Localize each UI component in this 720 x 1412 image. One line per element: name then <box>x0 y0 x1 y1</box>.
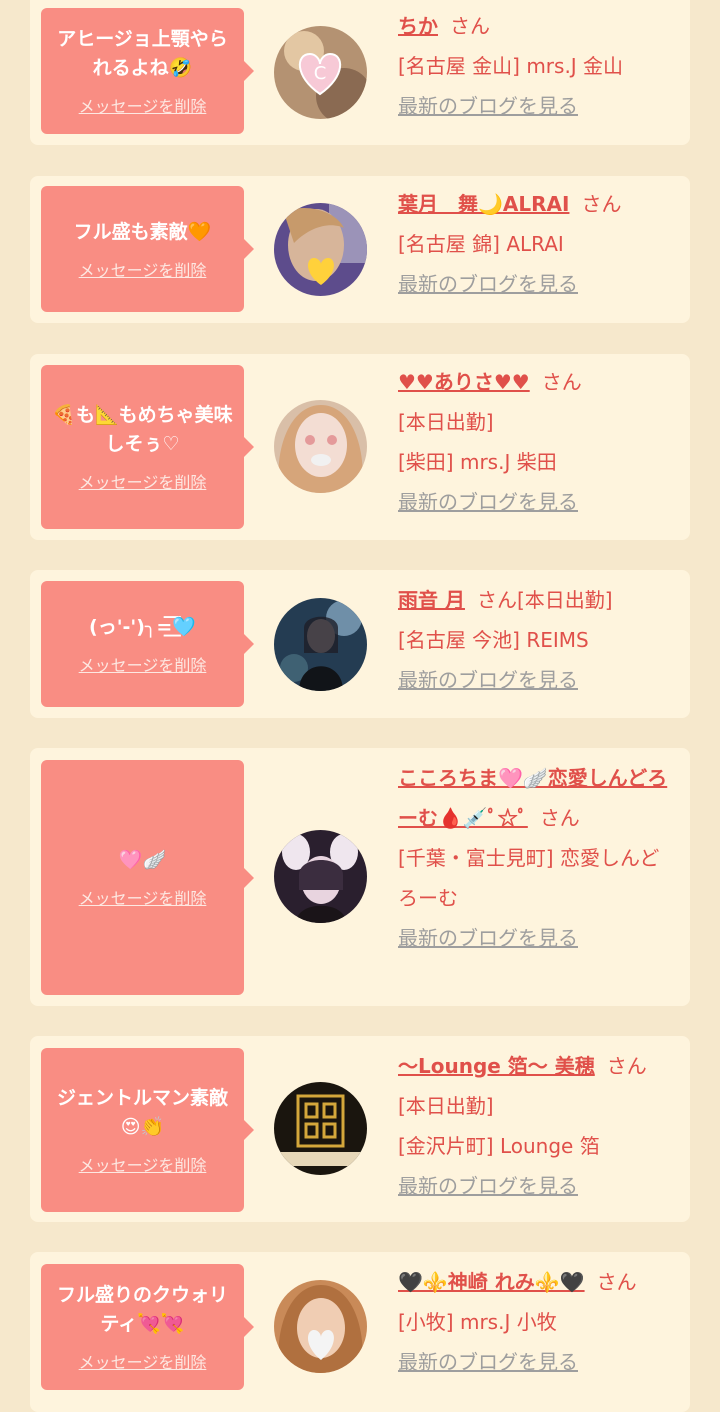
message-bubble: ジェントルマン素敵😍👏 メッセージを削除 <box>41 1048 254 1212</box>
delete-message-link[interactable]: メッセージを削除 <box>79 1349 207 1373</box>
avatar[interactable] <box>274 400 367 493</box>
user-location: [金沢片町] Lounge 箔 <box>398 1134 600 1158</box>
message-text: ジェントルマン素敵😍👏 <box>56 1087 228 1138</box>
message-bubble: フル盛も素敵🧡 メッセージを削除 <box>41 186 254 312</box>
honorific: さん <box>450 14 490 38</box>
user-location: [小牧] mrs.J 小牧 <box>398 1310 557 1334</box>
message-card: フル盛りのクウォリティ💘💘 メッセージを削除 🖤⚜️神崎 れみ⚜️🖤 さん [小牧… <box>30 1252 690 1412</box>
user-info: 🖤⚜️神崎 れみ⚜️🖤 さん [小牧] mrs.J 小牧 最新のブログを見る <box>398 1262 678 1382</box>
message-text: フル盛りのクウォリティ💘💘 <box>56 1284 228 1335</box>
user-info: 〜Lounge 箔〜 美穂 さん [本日出勤] [金沢片町] Lounge 箔 最… <box>398 1046 678 1206</box>
user-status: [本日出勤] <box>398 1094 494 1118</box>
user-name-link[interactable]: ちか <box>398 14 438 38</box>
latest-blog-link[interactable]: 最新のブログを見る <box>398 482 678 522</box>
delete-message-link[interactable]: メッセージを削除 <box>79 652 207 676</box>
message-card: (っ'-')╮=͟͟͞͞🩵 メッセージを削除 雨音 月さん[本日出勤] [名古屋… <box>30 570 690 718</box>
honorific: さん <box>539 806 580 830</box>
delete-message-link[interactable]: メッセージを削除 <box>79 469 207 493</box>
user-info: ちか さん [名古屋 金山] mrs.J 金山 最新のブログを見る <box>398 6 678 126</box>
message-text: 🍕も📐もめちゃ美味しそぅ♡ <box>52 404 233 455</box>
user-info: 雨音 月さん[本日出勤] [名古屋 今池] REIMS 最新のブログを見る <box>398 580 678 700</box>
user-location: [名古屋 今池] REIMS <box>398 628 589 652</box>
user-location: [千葉・富士見町] 恋愛しんどろーむ <box>398 846 660 910</box>
user-info: ♥♥ありさ♥♥ さん [本日出勤] [柴田] mrs.J 柴田 最新のブログを見る <box>398 362 678 522</box>
honorific: さん <box>596 1270 637 1294</box>
message-bubble: アヒージョ上顎やられるよね🤣 メッセージを削除 <box>41 8 254 134</box>
user-info: こころちま🩷🪽恋愛しんどろーむ🩸💉ﾟ☆ﾟ さん [千葉・富士見町] 恋愛しんどろー… <box>398 758 678 958</box>
user-location: [柴田] mrs.J 柴田 <box>398 450 557 474</box>
avatar[interactable] <box>274 203 367 296</box>
svg-text:C: C <box>314 63 327 84</box>
user-location: [名古屋 金山] mrs.J 金山 <box>398 54 624 78</box>
message-bubble: フル盛りのクウォリティ💘💘 メッセージを削除 <box>41 1264 254 1390</box>
user-name-link[interactable]: こころちま🩷🪽恋愛しんどろーむ🩸💉ﾟ☆ﾟ <box>398 766 667 830</box>
message-card: ジェントルマン素敵😍👏 メッセージを削除 〜Lounge 箔〜 美穂 さん [本日… <box>30 1036 690 1222</box>
user-status: [本日出勤] <box>398 410 494 434</box>
latest-blog-link[interactable]: 最新のブログを見る <box>398 86 678 126</box>
message-card: 🍕も📐もめちゃ美味しそぅ♡ メッセージを削除 ♥♥ありさ♥♥ さん [本日出勤] … <box>30 354 690 540</box>
message-text: アヒージョ上顎やられるよね🤣 <box>57 28 228 79</box>
user-name-link[interactable]: ♥♥ありさ♥♥ <box>398 370 530 394</box>
user-info: 葉月 舞🌙ALRAI さん [名古屋 錦] ALRAI 最新のブログを見る <box>398 184 678 304</box>
user-name-link[interactable]: 雨音 月 <box>398 588 465 612</box>
user-name-link[interactable]: 〜Lounge 箔〜 美穂 <box>398 1054 595 1078</box>
message-text: フル盛も素敵🧡 <box>73 220 212 243</box>
avatar[interactable]: C <box>274 26 367 119</box>
user-location: [名古屋 錦] ALRAI <box>398 232 564 256</box>
user-name-link[interactable]: 🖤⚜️神崎 れみ⚜️🖤 <box>398 1270 585 1294</box>
delete-message-link[interactable]: メッセージを削除 <box>79 1152 207 1176</box>
delete-message-link[interactable]: メッセージを削除 <box>79 257 207 281</box>
message-card: 🩷🪽 メッセージを削除 こころちま🩷🪽恋愛しんどろーむ🩸💉ﾟ☆ﾟ さん [千葉・富… <box>30 748 690 1006</box>
honorific: さん <box>541 370 582 394</box>
latest-blog-link[interactable]: 最新のブログを見る <box>398 918 678 958</box>
message-bubble: (っ'-')╮=͟͟͞͞🩵 メッセージを削除 <box>41 581 254 707</box>
avatar[interactable] <box>274 598 367 691</box>
latest-blog-link[interactable]: 最新のブログを見る <box>398 660 678 700</box>
latest-blog-link[interactable]: 最新のブログを見る <box>398 1342 678 1382</box>
user-name-link[interactable]: 葉月 舞🌙ALRAI <box>398 192 569 216</box>
latest-blog-link[interactable]: 最新のブログを見る <box>398 264 678 304</box>
delete-message-link[interactable]: メッセージを削除 <box>79 885 207 909</box>
latest-blog-link[interactable]: 最新のブログを見る <box>398 1166 678 1206</box>
avatar[interactable] <box>274 830 367 923</box>
honorific: さん <box>581 192 622 216</box>
honorific: さん <box>606 1054 647 1078</box>
honorific: さん[本日出勤] <box>476 588 613 612</box>
message-bubble: 🍕も📐もめちゃ美味しそぅ♡ メッセージを削除 <box>41 365 254 529</box>
avatar[interactable] <box>274 1082 367 1175</box>
delete-message-link[interactable]: メッセージを削除 <box>79 93 207 117</box>
message-text: 🩷🪽 <box>118 849 167 871</box>
avatar[interactable] <box>274 1280 367 1373</box>
message-bubble: 🩷🪽 メッセージを削除 <box>41 760 254 995</box>
message-card: アヒージョ上顎やられるよね🤣 メッセージを削除 C ちか さん [名古屋 金山] … <box>30 0 690 145</box>
message-card: フル盛も素敵🧡 メッセージを削除 葉月 舞🌙ALRAI さん [名古屋 錦] AL… <box>30 176 690 323</box>
message-text: (っ'-')╮=͟͟͞͞🩵 <box>89 615 196 638</box>
